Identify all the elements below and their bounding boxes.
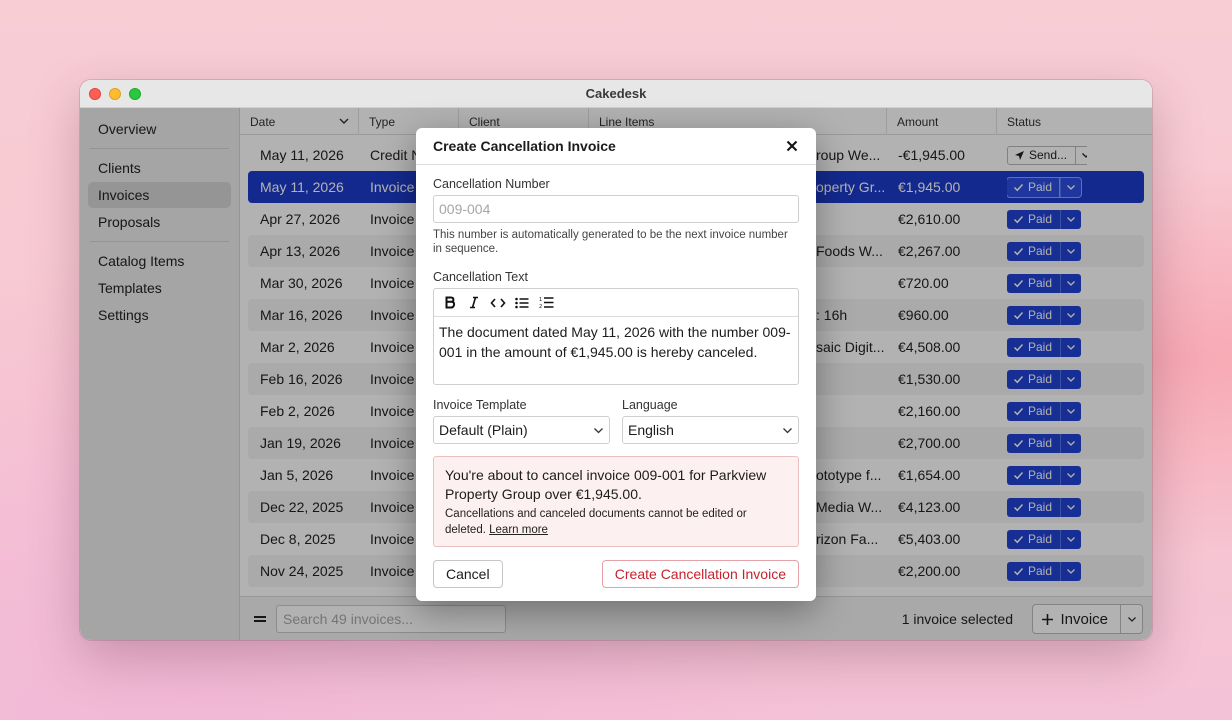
italic-icon — [470, 296, 478, 309]
warning-message: You're about to cancel invoice 009-001 f… — [445, 467, 767, 502]
svg-text:2: 2 — [539, 304, 542, 309]
numbered-list-icon: 12 — [539, 297, 553, 309]
code-icon — [490, 297, 506, 308]
cancellation-number-input[interactable]: 009-004 — [433, 195, 799, 223]
dialog-footer: Cancel Create Cancellation Invoice — [433, 560, 799, 588]
cancellation-text-input[interactable]: The document dated May 11, 2026 with the… — [434, 317, 798, 384]
cancellation-number-placeholder: 009-004 — [439, 201, 491, 217]
title-bar: Cakedesk — [80, 80, 1152, 108]
close-window-button[interactable] — [89, 88, 101, 100]
template-select[interactable]: Default (Plain) — [433, 416, 610, 444]
dialog-body: Cancellation Number 009-004 This number … — [416, 165, 816, 547]
cancel-button[interactable]: Cancel — [433, 560, 503, 588]
bullet-list-button[interactable] — [514, 295, 530, 311]
svg-text:1: 1 — [539, 297, 542, 303]
dialog-header: Create Cancellation Invoice — [416, 128, 816, 165]
italic-button[interactable] — [466, 295, 482, 311]
language-field: Language English — [622, 398, 799, 444]
window-title: Cakedesk — [585, 86, 647, 101]
language-label: Language — [622, 398, 678, 412]
cancellation-number-help: This number is automatically generated t… — [433, 229, 788, 255]
close-icon — [786, 140, 798, 152]
numbered-list-button[interactable]: 12 — [538, 295, 554, 311]
bullet-list-icon — [515, 297, 529, 308]
cancellation-text-label: Cancellation Text — [433, 270, 528, 284]
window-controls — [89, 88, 141, 100]
cancellation-warning: You're about to cancel invoice 009-001 f… — [433, 456, 799, 547]
cancellation-text-editor: 12 The document dated May 11, 2026 with … — [433, 288, 799, 385]
bold-button[interactable] — [442, 295, 458, 311]
cancellation-dialog: Create Cancellation Invoice Cancellation… — [416, 128, 816, 601]
warning-detail: Cancellations and canceled documents can… — [445, 506, 787, 538]
code-button[interactable] — [490, 295, 506, 311]
minimize-window-button[interactable] — [109, 88, 121, 100]
dialog-title: Create Cancellation Invoice — [433, 138, 616, 154]
template-label: Invoice Template — [433, 398, 527, 412]
template-field: Invoice Template Default (Plain) — [433, 398, 610, 444]
template-value: Default (Plain) — [439, 422, 528, 438]
language-value: English — [628, 422, 674, 438]
chevron-down-icon — [783, 427, 792, 433]
editor-toolbar: 12 — [434, 289, 798, 317]
close-dialog-button[interactable] — [785, 139, 799, 153]
maximize-window-button[interactable] — [129, 88, 141, 100]
cancellation-number-label: Cancellation Number — [433, 177, 550, 191]
language-select[interactable]: English — [622, 416, 799, 444]
chevron-down-icon — [594, 427, 603, 433]
learn-more-link[interactable]: Learn more — [489, 524, 548, 536]
bold-icon — [445, 296, 456, 309]
create-cancellation-button[interactable]: Create Cancellation Invoice — [601, 560, 799, 588]
template-language-row: Invoice Template Default (Plain) Languag… — [433, 398, 799, 444]
